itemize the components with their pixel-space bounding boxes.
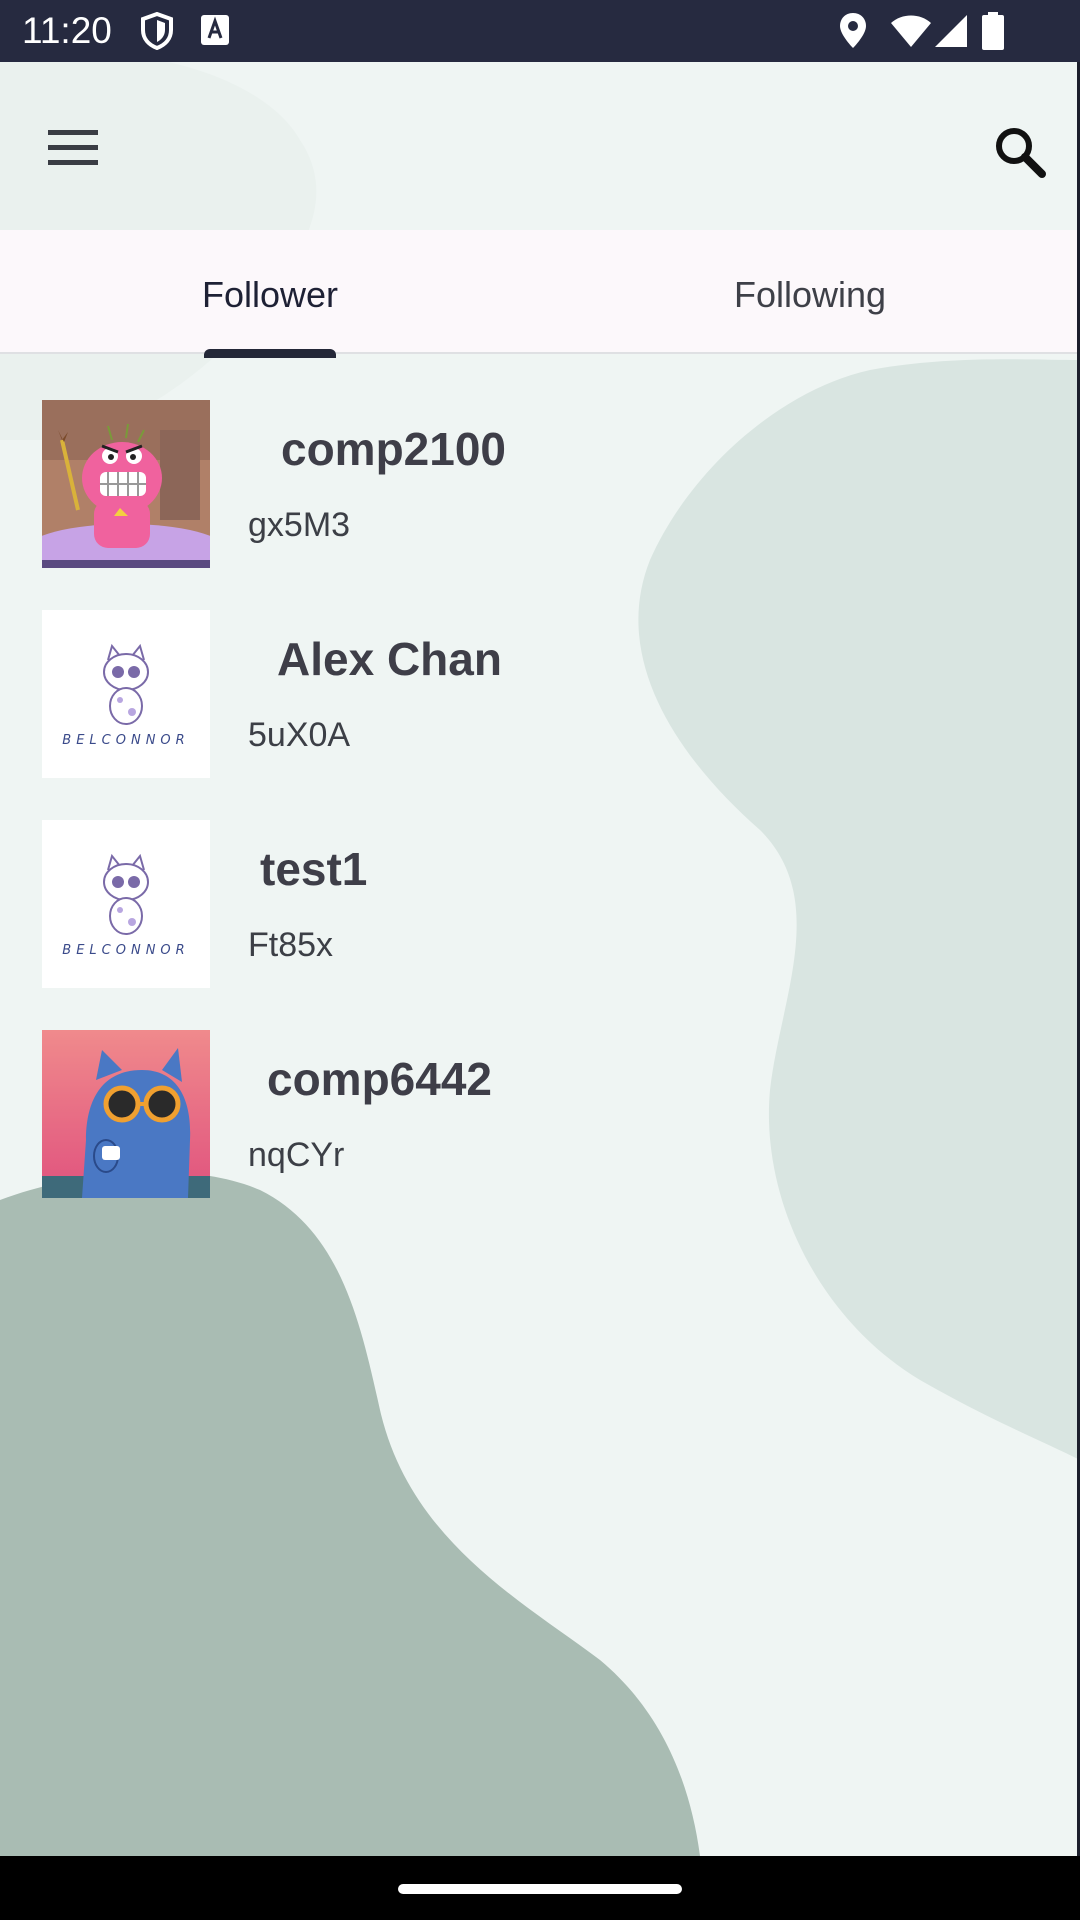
screen: 11:20 Follower Following comp2100 gx5M3 … bbox=[0, 0, 1080, 1920]
avatar[interactable] bbox=[42, 1030, 210, 1198]
app-bar bbox=[0, 62, 1080, 230]
user-id: nqCYr bbox=[248, 1136, 345, 1174]
avatar-caption: BELCONNOR bbox=[62, 733, 189, 748]
status-time: 11:20 bbox=[22, 10, 112, 51]
hamburger-menu-icon bbox=[48, 130, 98, 165]
user-name: comp2100 bbox=[281, 423, 507, 475]
tab-following[interactable]: Following bbox=[540, 230, 1080, 352]
user-id: Ft85x bbox=[248, 926, 334, 964]
user-row[interactable]: comp2100 gx5M3 bbox=[0, 400, 1080, 610]
belconnor-cat-avatar: BELCONNOR bbox=[42, 820, 210, 988]
tab-bar: Follower Following bbox=[0, 230, 1078, 354]
user-name: comp6442 bbox=[267, 1053, 493, 1105]
battery-icon bbox=[982, 12, 1004, 50]
user-id: 5uX0A bbox=[248, 716, 351, 754]
tab-follower[interactable]: Follower bbox=[0, 230, 540, 352]
user-name: Alex Chan bbox=[277, 633, 502, 685]
user-name: test1 bbox=[260, 843, 368, 895]
pink-monster-avatar bbox=[42, 400, 210, 568]
avatar[interactable]: BELCONNOR bbox=[42, 820, 210, 988]
wifi-icon bbox=[891, 15, 931, 47]
search-icon bbox=[996, 128, 1046, 178]
navigation-bar bbox=[0, 1856, 1080, 1920]
status-bar: 11:20 bbox=[0, 0, 1080, 62]
cell-signal-icon bbox=[935, 15, 967, 47]
user-row[interactable]: BELCONNOR Alex Chan 5uX0A bbox=[0, 610, 1080, 820]
avatar[interactable] bbox=[42, 400, 210, 568]
user-id: gx5M3 bbox=[248, 506, 351, 544]
location-pin-icon bbox=[840, 13, 866, 48]
user-list: comp2100 gx5M3 BELCONNOR Alex Chan 5uX0A… bbox=[0, 400, 1080, 1240]
menu-button[interactable] bbox=[32, 112, 112, 192]
shield-icon bbox=[141, 12, 173, 50]
tab-indicator bbox=[204, 349, 336, 358]
keyboard-a-icon bbox=[201, 15, 229, 45]
avatar[interactable]: BELCONNOR bbox=[42, 610, 210, 778]
user-row[interactable]: comp6442 nqCYr bbox=[0, 1030, 1080, 1240]
user-row[interactable]: BELCONNOR test1 Ft85x bbox=[0, 820, 1080, 1030]
blue-cat-sunglasses-avatar bbox=[42, 1030, 210, 1198]
search-button[interactable] bbox=[982, 114, 1062, 194]
home-indicator[interactable] bbox=[398, 1884, 682, 1894]
belconnor-cat-avatar: BELCONNOR bbox=[42, 610, 210, 778]
avatar-caption: BELCONNOR bbox=[62, 943, 189, 958]
